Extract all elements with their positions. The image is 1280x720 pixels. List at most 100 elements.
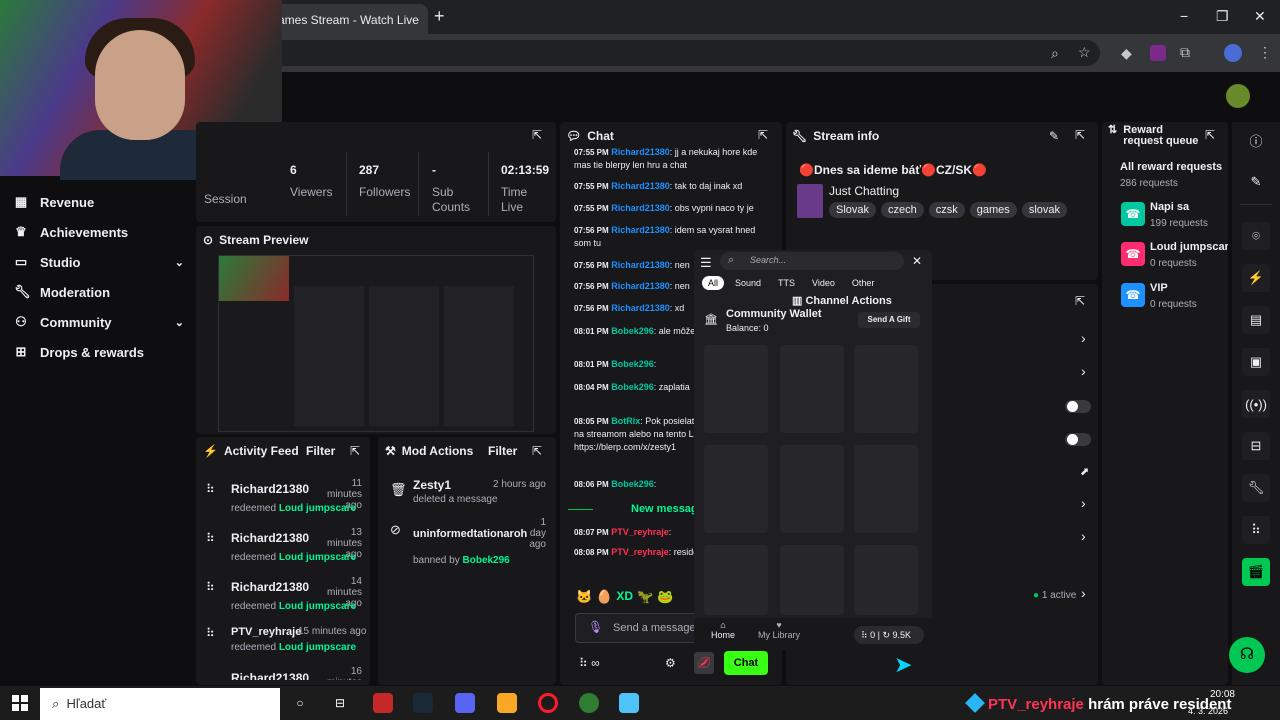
emote-text[interactable]: XD (616, 589, 633, 605)
emote-picker-icon[interactable]: 💋︎ (694, 652, 714, 674)
popout-icon[interactable]: ⇱ (350, 444, 360, 458)
filter-pill[interactable]: Video (806, 276, 841, 290)
send-gift-button[interactable]: Send A Gift (858, 312, 920, 328)
menu-kebab-icon[interactable]: ⋮ (1258, 44, 1272, 61)
emote-icon[interactable]: 🦖 (637, 589, 653, 605)
chat-username[interactable]: Richard21380 (611, 181, 670, 191)
new-messages-divider[interactable]: New messag (631, 503, 698, 515)
chart-icon[interactable]: ⬈ (1080, 465, 1089, 478)
stream-preview-video[interactable] (218, 255, 534, 432)
tag-chip[interactable]: Slovak (829, 202, 877, 218)
blerp-tile[interactable] (854, 445, 918, 533)
stream-category[interactable]: Just Chatting (829, 184, 899, 198)
toggle-switch[interactable] (1065, 400, 1091, 413)
obs-icon[interactable] (373, 693, 393, 713)
mod-user[interactable]: Zesty1 (413, 478, 451, 492)
blerp-tile[interactable] (704, 545, 768, 615)
feed-user[interactable]: Richard21380 (231, 671, 309, 680)
blerp-icon[interactable]: ⠷ (1242, 516, 1270, 544)
microphone-icon[interactable]: 🎙︎ (588, 620, 603, 634)
sidebar-item-community[interactable]: ⚇ Community ⌄ (14, 312, 184, 332)
mod-user[interactable]: uninformedtationaroh (413, 528, 527, 540)
camera-capture-icon[interactable]: ⌾ (1242, 222, 1270, 250)
app-icon[interactable] (619, 693, 639, 713)
chevron-right-icon[interactable]: › (1081, 330, 1086, 346)
chat-username[interactable]: Richard21380 (611, 281, 670, 291)
chat-icon[interactable]: ▣ (1242, 348, 1270, 376)
feed-user[interactable]: Richard21380 (231, 580, 309, 594)
clock-time[interactable]: 20:08 (1195, 689, 1235, 700)
blerp-tile[interactable] (780, 545, 844, 615)
user-avatar[interactable] (1226, 84, 1250, 108)
profile-avatar[interactable] (1224, 44, 1242, 62)
wrench-icon[interactable]: 🔧︎ (1242, 474, 1270, 502)
taskbar-search[interactable]: ⌕ Hľadať (40, 688, 280, 720)
all-rewards-label[interactable]: All reward requests (1120, 161, 1222, 173)
chevron-right-icon[interactable]: › (1081, 528, 1086, 544)
blerp-tile[interactable] (854, 345, 918, 433)
emote-icon[interactable]: 🐸 (657, 589, 673, 605)
blerp-search-input[interactable]: ⌕ Search... (720, 252, 904, 270)
feed-user[interactable]: Richard21380 (231, 531, 309, 545)
chat-input[interactable]: 🎙︎ Send a message (575, 613, 700, 643)
mod-filter-button[interactable]: Filter (488, 444, 517, 458)
pencil-edit-icon[interactable]: ✎ (1049, 129, 1059, 143)
chat-username[interactable]: Richard21380 (611, 147, 670, 157)
reward-name[interactable]: Napi sa (1150, 201, 1189, 213)
chat-username[interactable]: Richard21380 (611, 303, 670, 313)
popout-icon[interactable]: ⇱ (1075, 128, 1085, 142)
chat-username[interactable]: Richard21380 (611, 260, 670, 270)
broadcast-icon[interactable]: ((•)) (1242, 390, 1270, 418)
filter-pill[interactable]: Other (846, 276, 881, 290)
blerp-tile[interactable] (780, 445, 844, 533)
filter-pill[interactable]: Sound (729, 276, 767, 290)
chat-username[interactable]: Bobek296 (611, 479, 654, 489)
sidebar-item-moderation[interactable]: 🔧︎ Moderation (14, 282, 184, 302)
activity-filter-button[interactable]: Filter (306, 444, 335, 458)
minimize-button[interactable]: − (1180, 8, 1188, 24)
close-icon[interactable]: ✕ (912, 254, 922, 268)
steam-icon[interactable] (413, 693, 433, 713)
feed-user[interactable]: Richard21380 (231, 482, 309, 496)
clock-date[interactable]: 4. 3. 2026 (1180, 706, 1228, 716)
library-tab[interactable]: ♥ My Library (758, 620, 800, 640)
layout-icon[interactable]: ⊟ (1242, 432, 1270, 460)
mod-by[interactable]: Bobek296 (463, 555, 510, 566)
clapper-icon[interactable]: 🎬︎ (1242, 558, 1270, 586)
chat-send-button[interactable]: Chat (724, 651, 768, 675)
chat-username[interactable]: Bobek296 (611, 359, 654, 369)
extension-diamond-icon[interactable]: ◆ (1121, 45, 1132, 62)
headset-icon[interactable]: ☊ (1229, 637, 1265, 673)
chrome-icon[interactable] (579, 693, 599, 713)
gear-icon[interactable]: ⚙ (665, 656, 676, 670)
tag-chip[interactable]: czech (881, 202, 924, 218)
bookmark-star-icon[interactable]: ☆ (1078, 44, 1091, 61)
windows-start-icon[interactable] (12, 695, 28, 711)
chat-username[interactable]: Bobek296 (611, 382, 654, 392)
pencil-icon[interactable]: ✎ (1242, 168, 1270, 196)
reward-name[interactable]: Loud jumpscare (1150, 241, 1228, 253)
blerp-tile[interactable] (780, 345, 844, 433)
chat-username[interactable]: BotRix (611, 416, 640, 426)
chevron-right-icon[interactable]: › (1081, 363, 1086, 379)
blerp-icon[interactable]: ⠷ ∞ (579, 656, 600, 670)
blerp-tile[interactable] (704, 345, 768, 433)
zoom-icon[interactable]: ⌕ (1051, 45, 1059, 62)
chevron-right-icon[interactable]: › (1081, 585, 1086, 601)
tag-chip[interactable]: czsk (928, 202, 965, 218)
close-window-button[interactable]: ✕ (1254, 8, 1266, 25)
chat-username[interactable]: Richard21380 (611, 203, 670, 213)
address-bar[interactable] (270, 40, 1100, 66)
extension-icon[interactable] (1150, 45, 1166, 61)
opera-icon[interactable] (538, 693, 558, 713)
task-view-icon[interactable]: ○ (290, 693, 310, 713)
tag-chip[interactable]: games (969, 202, 1017, 218)
home-tab[interactable]: ⌂ Home (711, 620, 735, 640)
popout-icon[interactable]: ⇱ (1205, 128, 1215, 142)
popout-icon[interactable]: ⇱ (532, 128, 542, 142)
popout-icon[interactable]: ⇱ (532, 444, 542, 458)
sidebar-item-drops[interactable]: ⊞ Drops & rewards (14, 342, 184, 362)
info-icon[interactable]: ⓘ (1242, 126, 1270, 154)
popout-icon[interactable]: ⇱ (758, 128, 768, 142)
new-tab-button[interactable]: + (434, 7, 450, 25)
